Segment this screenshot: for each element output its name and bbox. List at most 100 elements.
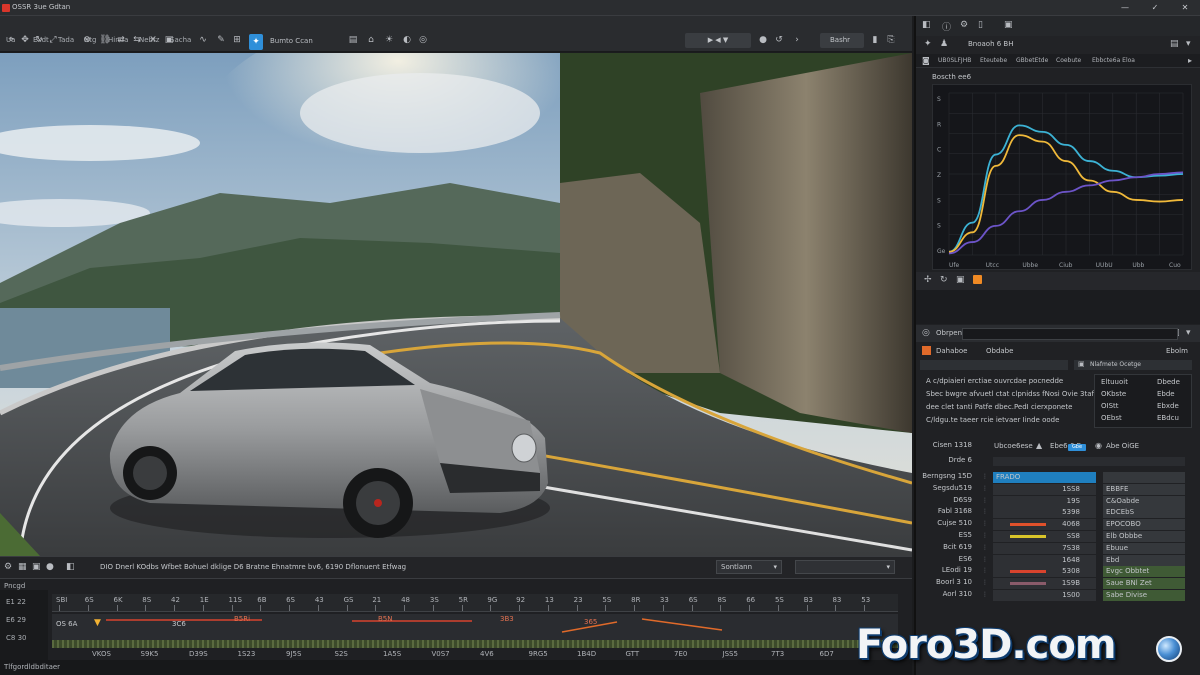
- viewport-layout-icon[interactable]: ▤: [346, 34, 360, 46]
- graph-tab[interactable]: Ebbcte6a Eloa: [1092, 57, 1135, 64]
- param-option-field[interactable]: C&Oabde: [1103, 495, 1185, 507]
- menu-item-create[interactable]: Tada: [58, 36, 74, 44]
- material-field[interactable]: ▣ Nlafmete Ocetge: [1074, 360, 1192, 370]
- param-option-field[interactable]: Saue BNl Zet: [1103, 578, 1185, 590]
- chevron-down-icon[interactable]: ▾: [1186, 328, 1191, 338]
- layer-tool-icon[interactable]: ▣: [162, 34, 176, 46]
- mirror-tool-icon[interactable]: ⇄: [114, 34, 128, 46]
- view-search-field[interactable]: ▾: [795, 560, 895, 574]
- graph-tab[interactable]: UB0SLFJHB: [938, 57, 971, 64]
- camera-view-icon[interactable]: ⚙: [4, 562, 12, 572]
- user-icon[interactable]: ♟: [940, 39, 948, 49]
- material-icon[interactable]: ◐: [400, 34, 414, 46]
- option-slider[interactable]: [993, 457, 1185, 466]
- layers-icon[interactable]: ▦: [18, 562, 27, 572]
- param-option-field[interactable]: Evgc Obbtet: [1103, 566, 1185, 578]
- renderer-select[interactable]: Bashr: [820, 33, 864, 48]
- graph-color-icon[interactable]: [973, 275, 982, 284]
- param-slider-fill[interactable]: [1010, 523, 1046, 527]
- timeline-ruler[interactable]: SBI 6S 6K 8S 42 1E 11S 6B 6S 43 GS 21 48 3S 5R 9G 92 13 23…: [52, 594, 898, 612]
- param-option-field[interactable]: EPOCOBO: [1103, 519, 1185, 531]
- rotate-tool-icon[interactable]: ↻: [32, 34, 46, 46]
- layer-label[interactable]: E1 22: [6, 598, 26, 606]
- side-list-value[interactable]: EBdcu: [1157, 414, 1179, 422]
- panel-expand-icon[interactable]: ▾: [1186, 39, 1191, 49]
- properties-tab[interactable]: Dahaboe: [936, 347, 967, 355]
- light-icon[interactable]: ☀: [382, 34, 396, 46]
- param-option-field[interactable]: [1103, 472, 1185, 483]
- curve-graph[interactable]: S R C Z S S Ge Ufe Utcc Ubbe Ciub UUbU Ubb Cuo: [932, 84, 1192, 270]
- param-value-field[interactable]: 1S00: [993, 590, 1096, 601]
- minimize-button[interactable]: —: [1110, 0, 1140, 14]
- pin-icon[interactable]: ✦: [924, 39, 932, 49]
- param-handle-icon[interactable]: ⋮: [982, 591, 988, 598]
- param-handle-icon[interactable]: ⋮: [982, 485, 988, 492]
- param-option-field[interactable]: Ebd: [1103, 554, 1185, 566]
- properties-tab[interactable]: Obdabe: [986, 347, 1013, 355]
- graph-pointer-icon[interactable]: ✢: [924, 275, 932, 285]
- cross-tool-icon[interactable]: ✕: [146, 34, 160, 46]
- pen-tool-icon[interactable]: ✎: [214, 34, 228, 46]
- param-value-field[interactable]: FRADO: [993, 472, 1096, 483]
- layer-label[interactable]: E6 29: [6, 616, 26, 624]
- param-handle-icon[interactable]: ⋮: [982, 556, 988, 563]
- playback-controls[interactable]: ▶ ◀ ▼: [685, 33, 751, 48]
- graph-options-icon[interactable]: ▸: [1188, 56, 1192, 65]
- lock-icon[interactable]: ▲: [1036, 441, 1042, 450]
- param-option-field[interactable]: EBBFE: [1103, 483, 1185, 495]
- curve-tool-icon[interactable]: ∿: [196, 34, 210, 46]
- display-icon[interactable]: ▣: [32, 562, 41, 572]
- option-badge[interactable]: Gbe: [1068, 444, 1086, 451]
- param-handle-icon[interactable]: ⋮: [982, 473, 988, 480]
- loop-icon[interactable]: ↺: [772, 34, 786, 46]
- param-handle-icon[interactable]: ⋮: [982, 544, 988, 551]
- grid-tool-icon[interactable]: ⊞: [230, 34, 244, 46]
- panel-layout-icon[interactable]: ◧: [922, 20, 931, 30]
- param-option-field[interactable]: Elb Obbbe: [1103, 531, 1185, 542]
- param-value-field[interactable]: 5398: [993, 507, 1096, 519]
- next-frame-icon[interactable]: ›: [790, 34, 804, 46]
- align-tool-icon[interactable]: ⇆: [130, 34, 144, 46]
- close-button[interactable]: ✕: [1170, 0, 1200, 14]
- save-icon[interactable]: ▣: [1004, 20, 1013, 30]
- layer-label[interactable]: C8 30: [6, 634, 26, 642]
- maximize-button[interactable]: ✓: [1140, 0, 1170, 14]
- option-text[interactable]: Ubcoe6ese: [994, 442, 1033, 450]
- param-slider-fill[interactable]: [1010, 570, 1046, 574]
- param-option-field[interactable]: Ebuue: [1103, 542, 1185, 554]
- option-text[interactable]: Abe OiGE: [1106, 442, 1139, 450]
- param-handle-icon[interactable]: ⋮: [982, 497, 988, 504]
- param-option-field[interactable]: Sabe Divise: [1103, 590, 1185, 601]
- render-active-icon[interactable]: ✦: [249, 34, 263, 50]
- side-list-value[interactable]: Dbede: [1157, 378, 1180, 386]
- graph-add-icon[interactable]: ▣: [956, 275, 965, 285]
- settings-icon[interactable]: ⚙: [960, 20, 968, 30]
- docs-icon[interactable]: ▯: [978, 20, 983, 30]
- param-value-field[interactable]: 7S38: [993, 542, 1096, 554]
- view-dropdown[interactable]: Sontlann ▾: [716, 560, 782, 574]
- param-handle-icon[interactable]: ⋮: [982, 508, 988, 515]
- env-icon[interactable]: ◎: [416, 34, 430, 46]
- radio-icon[interactable]: ◉: [1095, 441, 1102, 450]
- properties-search-input[interactable]: [962, 328, 1178, 340]
- param-handle-icon[interactable]: ⋮: [982, 579, 988, 586]
- select-tool-icon[interactable]: ⌖: [4, 34, 18, 46]
- side-list-value[interactable]: Ebde: [1157, 390, 1175, 398]
- scale-tool-icon[interactable]: ⤢: [46, 34, 60, 46]
- param-handle-icon[interactable]: ⋮: [982, 520, 988, 527]
- sphere-icon[interactable]: ●: [46, 562, 54, 572]
- properties-field[interactable]: [920, 360, 1068, 370]
- side-list-value[interactable]: Ebxde: [1157, 402, 1179, 410]
- save-render-icon[interactable]: ⎘: [884, 34, 898, 46]
- info-icon[interactable]: ⓘ: [942, 20, 951, 33]
- param-slider-fill[interactable]: [1010, 535, 1046, 538]
- timeline-track[interactable]: OS 6A ▼ 3C6 B5Ri B5N 3B3 365: [52, 614, 898, 640]
- render-frame-icon[interactable]: ▮: [868, 34, 882, 46]
- record-icon[interactable]: ●: [756, 34, 770, 46]
- param-value-field[interactable]: 1SS8: [993, 483, 1096, 495]
- graph-tab[interactable]: Eteutebe: [980, 57, 1007, 64]
- snap-tool-icon[interactable]: ⊛: [80, 34, 94, 46]
- graph-mode-icon[interactable]: ◙: [922, 56, 930, 65]
- param-slider-fill[interactable]: [1010, 582, 1046, 586]
- move-tool-icon[interactable]: ✥: [18, 34, 32, 46]
